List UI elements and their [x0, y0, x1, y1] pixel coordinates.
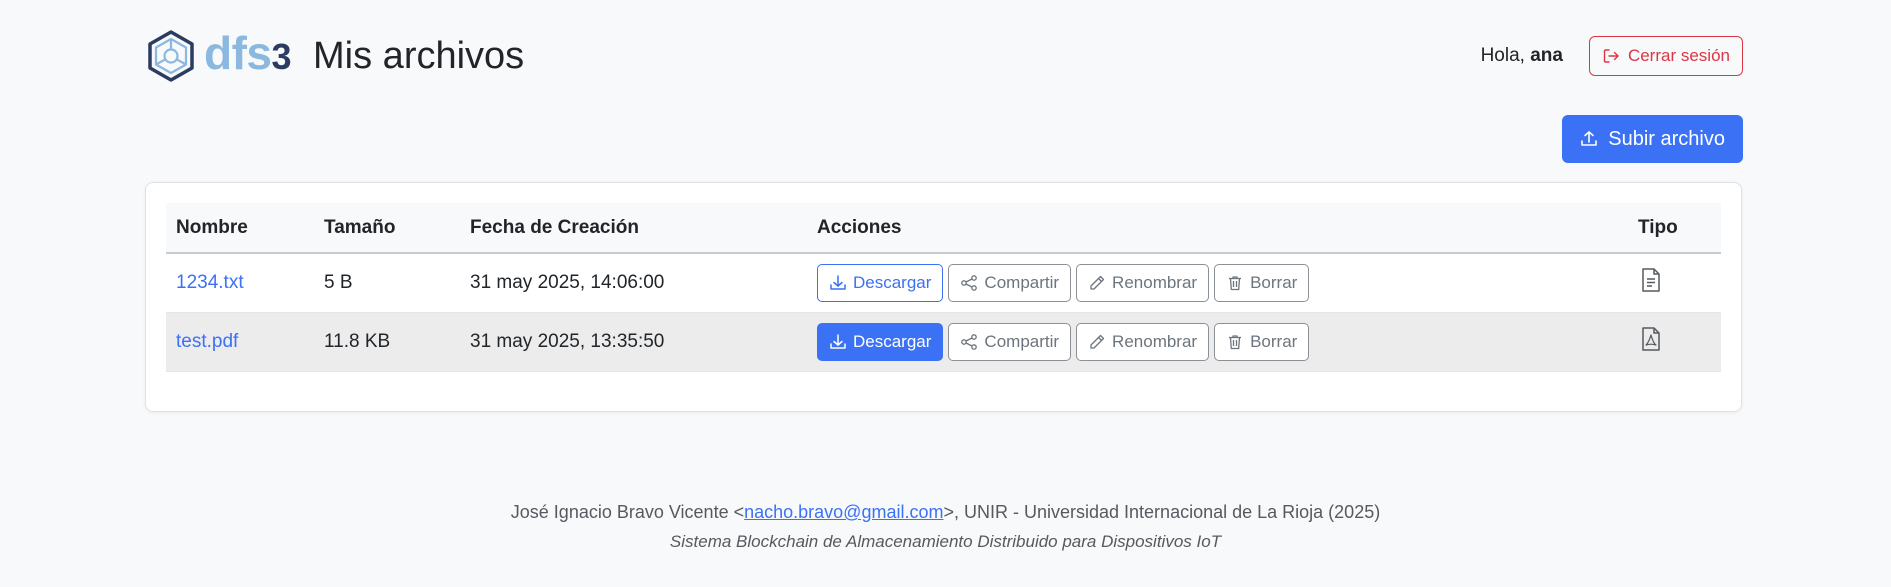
footer-author-suffix: >, UNIR - Universidad Internacional de L…	[943, 502, 1381, 522]
file-actions-cell: Descargar Compartir Renombrar Borrar	[807, 253, 1628, 313]
file-name-cell: 1234.txt	[166, 253, 314, 313]
footer-subtitle: Sistema Blockchain de Almacenamiento Dis…	[669, 532, 1222, 551]
rename-label: Renombrar	[1112, 272, 1198, 292]
file-created-cell: 31 may 2025, 14:06:00	[460, 253, 807, 313]
pencil-icon	[1088, 333, 1106, 351]
logout-button[interactable]: Cerrar sesión	[1588, 36, 1743, 76]
pencil-icon	[1088, 274, 1106, 292]
file-size-cell: 11.8 KB	[314, 312, 460, 372]
header: dfs3 Mis archivos Hola, ana Cerrar sesió…	[146, 26, 1743, 86]
delete-button[interactable]: Borrar	[1214, 263, 1310, 302]
row-actions: Descargar Compartir Renombrar Borrar	[817, 322, 1618, 361]
logo-text-main: dfs	[204, 27, 272, 79]
share-button[interactable]: Compartir	[948, 322, 1072, 361]
download-label: Descargar	[853, 331, 932, 351]
column-header-name[interactable]: Nombre	[166, 203, 314, 254]
share-icon	[960, 274, 978, 292]
delete-label: Borrar	[1250, 331, 1298, 351]
footer-credits: José Ignacio Bravo Vicente <nacho.bravo@…	[0, 502, 1891, 523]
file-type-cell	[1628, 312, 1721, 372]
file-type-cell	[1628, 253, 1721, 313]
share-icon	[960, 333, 978, 351]
trash-icon	[1226, 274, 1244, 292]
footer: José Ignacio Bravo Vicente <nacho.bravo@…	[0, 502, 1891, 552]
upload-icon	[1580, 130, 1598, 148]
brand-logo[interactable]: dfs3	[146, 27, 292, 83]
download-button[interactable]: Descargar	[817, 322, 944, 361]
file-size-cell: 5 B	[314, 253, 460, 313]
username: ana	[1530, 45, 1563, 66]
files-card: Nombre Tamaño Fecha de Creación Acciones…	[145, 182, 1742, 412]
greeting: Hola, ana	[1481, 45, 1563, 67]
file-name-cell: test.pdf	[166, 312, 314, 372]
download-icon	[829, 274, 847, 292]
page: dfs3 Mis archivos Hola, ana Cerrar sesió…	[0, 0, 1891, 587]
row-actions: Descargar Compartir Renombrar Borrar	[817, 263, 1618, 302]
greeting-prefix: Hola,	[1480, 45, 1531, 66]
trash-icon	[1226, 333, 1244, 351]
footer-email-link[interactable]: nacho.bravo@gmail.com	[744, 502, 943, 522]
delete-label: Borrar	[1250, 272, 1298, 292]
logo-text-suffix: 3	[271, 36, 292, 77]
files-table: Nombre Tamaño Fecha de Creación Acciones…	[166, 203, 1721, 372]
column-header-actions: Acciones	[807, 203, 1628, 254]
column-header-size[interactable]: Tamaño	[314, 203, 460, 254]
upload-file-button[interactable]: Subir archivo	[1562, 115, 1743, 163]
table-row: 1234.txt 5 B 31 may 2025, 14:06:00 Desca…	[166, 253, 1721, 313]
rename-label: Renombrar	[1112, 331, 1198, 351]
cube-logo-icon	[148, 30, 194, 82]
logout-label: Cerrar sesión	[1627, 46, 1730, 65]
download-icon	[829, 333, 847, 351]
upload-label: Subir archivo	[1608, 127, 1725, 150]
delete-button[interactable]: Borrar	[1214, 322, 1310, 361]
file-actions-cell: Descargar Compartir Renombrar Borrar	[807, 312, 1628, 372]
file-created-cell: 31 may 2025, 13:35:50	[460, 312, 807, 372]
share-button[interactable]: Compartir	[948, 263, 1072, 302]
column-header-type[interactable]: Tipo	[1628, 203, 1721, 254]
file-link[interactable]: test.pdf	[176, 331, 238, 352]
footer-author-prefix: José Ignacio Bravo Vicente <	[510, 502, 745, 522]
table-row: test.pdf 11.8 KB 31 may 2025, 13:35:50 D…	[166, 312, 1721, 372]
column-header-created[interactable]: Fecha de Creación	[460, 203, 807, 254]
share-label: Compartir	[984, 272, 1060, 292]
user-area: Hola, ana Cerrar sesión	[1481, 36, 1743, 76]
logout-icon	[1602, 47, 1620, 65]
download-label: Descargar	[853, 272, 932, 292]
file-pdf-icon	[1640, 326, 1662, 352]
logo-text: dfs3	[204, 27, 292, 79]
page-title: Mis archivos	[313, 34, 525, 77]
share-label: Compartir	[984, 331, 1060, 351]
download-button[interactable]: Descargar	[817, 263, 944, 302]
table-header-row: Nombre Tamaño Fecha de Creación Acciones…	[166, 203, 1721, 254]
rename-button[interactable]: Renombrar	[1076, 263, 1210, 302]
file-link[interactable]: 1234.txt	[176, 272, 244, 293]
file-text-icon	[1640, 267, 1662, 293]
rename-button[interactable]: Renombrar	[1076, 322, 1210, 361]
